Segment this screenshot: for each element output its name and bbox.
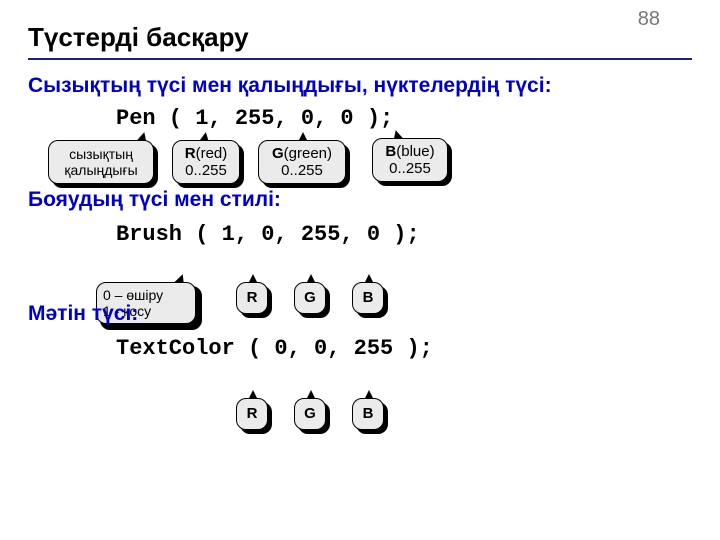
callout-green-range: 0..255: [281, 162, 323, 179]
b-label: B: [363, 289, 374, 306]
r-label-2: R: [247, 405, 258, 422]
callout-thickness-l1: сызықтың: [69, 146, 133, 162]
callout-blue-range: 0..255: [389, 160, 431, 177]
callout-red-l1: (red): [196, 145, 228, 162]
page-number: 88: [638, 8, 660, 31]
page-title: Түстерді басқару: [28, 22, 249, 53]
callout-blue-l1: (blue): [396, 143, 434, 160]
b-label-2: B: [363, 405, 374, 422]
callout-toggle-l1: 0 – өшіру: [103, 287, 163, 303]
callout-thickness-l2: қалыңдығы: [64, 162, 137, 178]
g-label-2: G: [304, 405, 316, 422]
heading-brush: Бояудың түсі мен стилі:: [28, 188, 281, 212]
heading-text: Мәтін түсі:: [28, 302, 138, 326]
code-brush: Brush ( 1, 0, 255, 0 );: [116, 222, 420, 247]
code-textcolor: TextColor ( 0, 0, 255 );: [116, 336, 433, 361]
callout-green-l1: (green): [284, 145, 332, 162]
callout-red-range: 0..255: [185, 162, 227, 179]
g-label: G: [304, 289, 316, 306]
title-rule: [28, 58, 692, 60]
r-label: R: [247, 289, 258, 306]
code-pen: Pen ( 1, 255, 0, 0 );: [116, 106, 393, 131]
heading-pen: Сызықтың түсі мен қалыңдығы, нүктелердің…: [28, 74, 552, 98]
